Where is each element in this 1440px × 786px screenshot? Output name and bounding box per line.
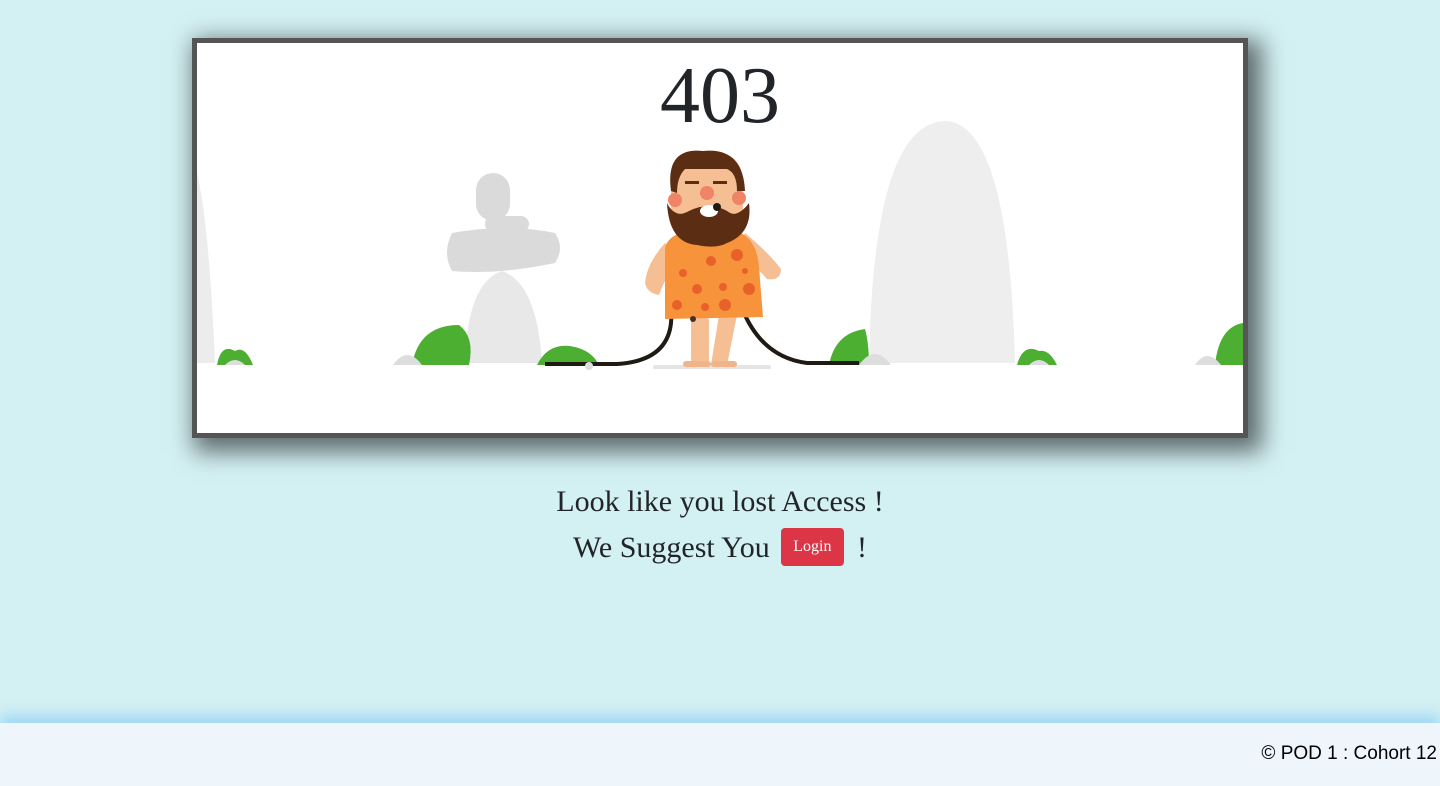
suggestion-message: We Suggest You Login ! xyxy=(0,528,1440,569)
lost-access-message: Look like you lost Access ! xyxy=(556,485,884,518)
suggestion-suffix: ! xyxy=(857,531,867,564)
footer-copyright: © POD 1 : Cohort 12 xyxy=(1261,743,1437,764)
login-button[interactable]: Login xyxy=(781,528,844,567)
footer: © POD 1 : Cohort 12 xyxy=(0,723,1440,786)
suggestion-prefix: We Suggest You xyxy=(572,531,770,564)
error-illustration-frame: 403 xyxy=(192,38,1248,438)
error-code: 403 xyxy=(660,52,780,140)
